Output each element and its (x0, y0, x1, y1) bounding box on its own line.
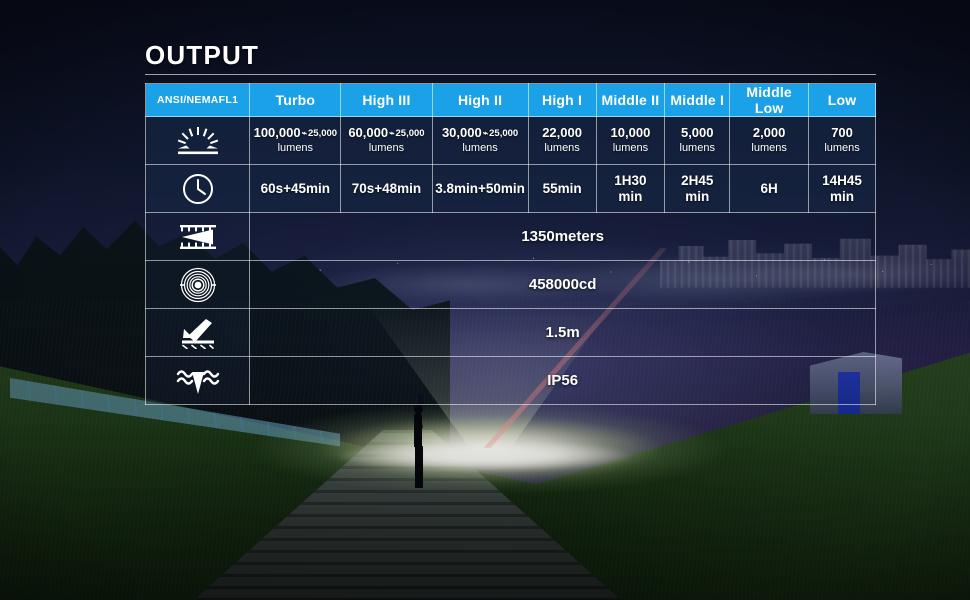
header-mode-low: Low (808, 83, 876, 117)
row-runtime: 60s+45min 70s+48min 3.8min+50min 55min 1… (144, 164, 876, 213)
beam-distance-value: 1350meters (521, 227, 604, 245)
cell-runtime-high-1: 55min (527, 164, 597, 213)
header-row: ANSI/NEMAFL1 Turbo High III High II High… (144, 83, 876, 117)
water-resistance-value: IP56 (547, 371, 579, 389)
lumens-low-unit: lumens (824, 141, 860, 154)
row-peak-intensity: 458000cd (144, 260, 876, 309)
cell-lumens-turbo: 100,000⌁25,000 lumens (249, 116, 342, 165)
header-mode-high-3: High III (340, 83, 433, 117)
runtime-turbo-line1: 60s+45min (260, 180, 331, 196)
clock-icon (144, 164, 251, 213)
row-water-resistance: IP56 (144, 356, 876, 405)
lumens-turbo-primary: 100,000 (253, 124, 301, 140)
lumens-high2-primary: 30,000 (441, 124, 482, 140)
output-spec-table: ANSI/NEMAFL1 Turbo High III High II High… (144, 83, 876, 405)
impact-resistance-value: 1.5m (545, 323, 580, 341)
lumens-high1-primary: 22,000 (542, 124, 582, 140)
cell-water-resistance-value: IP56 (249, 356, 876, 405)
runtime-low-line1: 14H45 (822, 172, 862, 188)
header-mode-middle-low: Middle Low (729, 83, 810, 117)
header-ansi-nema-fl1: ANSI/NEMAFL1 (144, 83, 251, 117)
lumens-middle1-unit: lumens (679, 141, 715, 154)
runtime-high2-line1: 3.8min+50min (435, 180, 525, 196)
lumens-middlelow-unit: lumens (751, 141, 787, 154)
cell-lumens-middle-1: 5,000 lumens (664, 116, 731, 165)
overlay-content: OUTPUT ANSI/NEMAFL1 Turbo High III High … (0, 0, 970, 600)
water-resistance-icon (144, 356, 251, 405)
runtime-middle1-line2: min (685, 188, 710, 204)
header-mode-high-1: High I (527, 83, 597, 117)
row-impact-resistance: 1.5m (144, 308, 876, 357)
lumens-high2-unit: lumens (462, 141, 498, 154)
cell-runtime-high-2: 3.8min+50min (431, 164, 529, 213)
lumens-turbo-unit: lumens (277, 141, 314, 154)
cell-lumens-high-3: 60,000⌁25,000 lumens (340, 116, 433, 165)
cell-impact-resistance-value: 1.5m (249, 308, 876, 357)
runtime-middle2-line2: min (618, 188, 643, 204)
cell-runtime-middle-low: 6H (729, 164, 810, 213)
lumens-turbo-arrow: ⌁ (301, 127, 308, 138)
row-luminous-flux: 100,000⌁25,000 lumens 60,000⌁25,000 lume… (144, 116, 876, 165)
lumens-high3-primary: 60,000 (348, 124, 389, 140)
lumens-turbo-secondary: 25,000 (308, 127, 338, 139)
header-mode-middle-1: Middle I (664, 83, 731, 117)
lumens-high2-secondary: 25,000 (489, 127, 519, 139)
peak-intensity-icon (144, 260, 251, 309)
lumens-high3-arrow: ⌁ (389, 127, 395, 138)
cell-lumens-middle-low: 2,000 lumens (729, 116, 810, 165)
lumens-low-primary: 700 (831, 124, 853, 140)
lumens-high1-unit: lumens (544, 141, 580, 154)
brightness-sunburst-icon (144, 116, 251, 165)
cell-runtime-turbo: 60s+45min (249, 164, 342, 213)
runtime-low-line2: min (830, 188, 855, 204)
page-title: OUTPUT (145, 40, 260, 70)
header-mode-turbo: Turbo (249, 83, 342, 117)
cell-runtime-high-3: 70s+48min (340, 164, 433, 213)
lumens-middle1-primary: 5,000 (680, 124, 714, 140)
runtime-middle1-line1: 2H45 (681, 172, 714, 188)
cell-beam-distance-value: 1350meters (249, 212, 876, 261)
row-beam-distance: 1350meters (144, 212, 876, 261)
beam-distance-icon (144, 212, 251, 261)
screenshot-stage: OUTPUT ANSI/NEMAFL1 Turbo High III High … (0, 0, 970, 600)
cell-runtime-low: 14H45 min (808, 164, 876, 213)
cell-runtime-middle-1: 2H45 min (664, 164, 731, 213)
cell-lumens-low: 700 lumens (808, 116, 876, 165)
lumens-high3-secondary: 25,000 (395, 127, 425, 139)
runtime-high3-line1: 70s+48min (351, 180, 422, 196)
lumens-middlelow-primary: 2,000 (752, 124, 786, 140)
runtime-high1-line1: 55min (542, 180, 582, 196)
lumens-middle2-unit: lumens (612, 141, 649, 154)
header-mode-middle-2: Middle II (595, 83, 666, 117)
runtime-middlelow-line1: 6H (760, 180, 778, 196)
cell-runtime-middle-2: 1H30 min (595, 164, 666, 213)
title-divider (145, 74, 876, 75)
lumens-high3-unit: lumens (368, 141, 405, 154)
cell-lumens-high-1: 22,000 lumens (527, 116, 597, 165)
header-mode-high-2: High II (431, 83, 529, 117)
impact-resistance-icon (144, 308, 251, 357)
table-header: ANSI/NEMAFL1 Turbo High III High II High… (144, 83, 876, 117)
cell-lumens-middle-2: 10,000 lumens (595, 116, 666, 165)
cell-lumens-high-2: 30,000⌁25,000 lumens (431, 116, 529, 165)
cell-peak-intensity-value: 458000cd (249, 260, 876, 309)
table-body: 100,000⌁25,000 lumens 60,000⌁25,000 lume… (144, 116, 876, 405)
lumens-middle2-primary: 10,000 (610, 124, 651, 140)
peak-intensity-value: 458000cd (528, 275, 597, 293)
runtime-middle2-line1: 1H30 (614, 172, 647, 188)
